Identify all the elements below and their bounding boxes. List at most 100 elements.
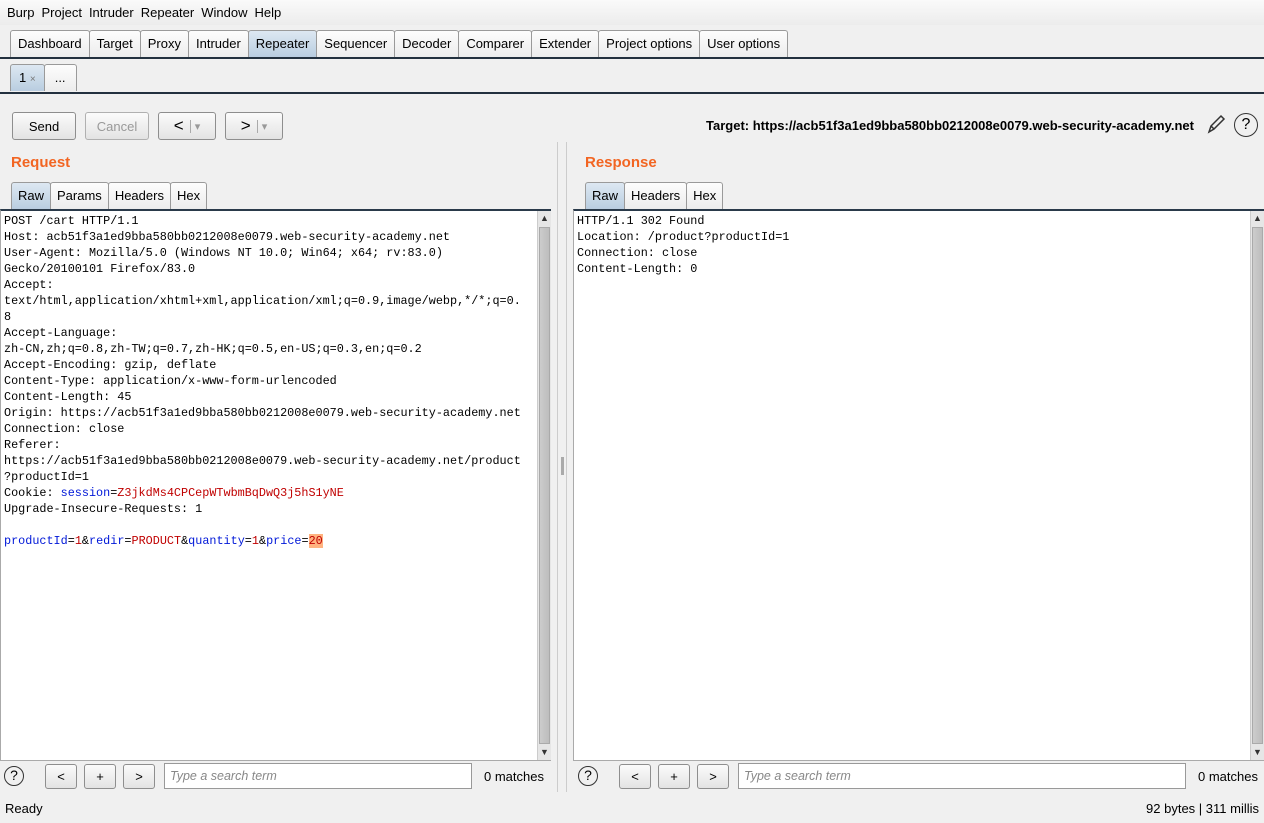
cookie-line: Cookie: session=Z3jkdMs4CPCepWTwbmBqDwQ3… [4,485,551,501]
request-line: Origin: https://acb51f3a1ed9bba580bb0212… [4,406,521,420]
body-param-name: redir [89,534,125,548]
chevron-down-icon[interactable]: ▾ [189,119,200,133]
request-search-prev-button[interactable]: < [45,764,77,789]
body-param-value: 1 [251,534,259,548]
response-search-prev-button[interactable]: < [619,764,651,789]
new-tab-button[interactable]: ... [43,64,77,91]
tab-comparer[interactable]: Comparer [458,30,533,57]
request-search-add-button[interactable]: + [84,764,116,789]
tab-extender[interactable]: Extender [531,30,600,57]
body-param-name: price [266,534,302,548]
response-text[interactable]: HTTP/1.1 302 Found Location: /product?pro… [574,211,1264,277]
response-heading: Response [585,154,657,171]
request-text[interactable]: POST /cart HTTP/1.1 Host: acb51f3a1ed9bba… [1,211,551,549]
menu-intruder[interactable]: Intruder [88,5,135,20]
tab-user-options[interactable]: User options [699,30,789,57]
request-line: Content-Type: application/x-www-form-url… [4,374,337,388]
cancel-button: Cancel [85,112,149,140]
response-line: Connection: close [577,246,698,260]
response-editor[interactable]: HTTP/1.1 302 Found Location: /product?pro… [573,209,1264,761]
request-search-input[interactable]: Type a search term [164,763,472,789]
tab-project-options[interactable]: Project options [598,30,701,57]
pane-splitter[interactable] [557,142,567,792]
cookie-value: Z3jkdMs4CPCepWTwbmBqDwQ3j5hS1yNE [117,486,344,500]
divider [0,92,1264,94]
request-line: text/html,application/xhtml+xml,applicat… [4,294,521,308]
chevron-down-icon[interactable]: ▾ [256,119,267,133]
body-param-value: 1 [74,534,82,548]
response-tab-headers[interactable]: Headers [624,182,688,209]
response-search-input[interactable]: Type a search term [738,763,1186,789]
request-heading: Request [11,154,71,171]
repeater-tab-1[interactable]: 1 × [10,64,45,91]
request-line: Upgrade-Insecure-Requests: 1 [4,502,203,516]
request-line: Gecko/20100101 Firefox/83.0 [4,262,196,276]
menu-repeater[interactable]: Repeater [140,5,195,20]
request-scrollbar[interactable]: ▲ ▼ [537,211,551,760]
request-search-next-button[interactable]: > [123,764,155,789]
request-tab-raw[interactable]: Raw [11,182,52,209]
status-text: Ready [5,801,43,816]
target-label: Target: https://acb51f3a1ed9bba580bb0212… [706,118,1194,133]
request-line: Accept-Language: [4,326,118,340]
request-tab-params[interactable]: Params [50,182,109,209]
request-line: https://acb51f3a1ed9bba580bb0212008e0079… [4,454,521,468]
cookie-prefix: Cookie: [4,486,61,500]
response-search-add-button[interactable]: + [658,764,690,789]
request-line: User-Agent: Mozilla/5.0 (Windows NT 10.0… [4,246,443,260]
response-scrollbar[interactable]: ▲ ▼ [1250,211,1264,760]
menu-burp[interactable]: Burp [6,5,35,20]
menu-bar: Burp Project Intruder Repeater Window He… [0,0,1264,25]
tab-label: 1 [19,70,27,85]
response-search-next-button[interactable]: > [697,764,729,789]
tab-decoder[interactable]: Decoder [394,30,460,57]
menu-window[interactable]: Window [200,5,248,20]
forward-button[interactable]: > ▾ [225,112,283,140]
close-icon[interactable]: × [30,74,36,85]
response-tab-raw[interactable]: Raw [585,182,626,209]
tab-target[interactable]: Target [88,30,141,57]
response-match-count: 0 matches [1198,769,1258,784]
back-button[interactable]: < ▾ [158,112,216,140]
divider [0,57,1264,59]
help-icon[interactable]: ? [1234,113,1258,137]
request-view-tabs: Raw Params Headers Hex [11,182,208,209]
response-view-tabs: Raw Headers Hex [585,182,724,209]
body-param-value: 20 [308,534,323,548]
tab-dashboard[interactable]: Dashboard [10,30,90,57]
request-line: Connection: close [4,422,125,436]
response-line: Content-Length: 0 [577,262,698,276]
request-line: Accept-Encoding: gzip, deflate [4,358,217,372]
repeater-tabs: 1 × ... [10,64,77,91]
send-button[interactable]: Send [12,112,76,140]
forward-icon: > [240,116,251,135]
tab-intruder[interactable]: Intruder [187,30,249,57]
tab-proxy[interactable]: Proxy [139,30,189,57]
body-param-value: PRODUCT [131,534,182,548]
request-line: POST /cart HTTP/1.1 [4,214,139,228]
body-param-name: quantity [188,534,245,548]
edit-target-icon[interactable] [1205,113,1227,135]
cookie-name: session [60,486,111,500]
request-match-count: 0 matches [484,769,544,784]
back-icon: < [173,116,184,135]
request-tab-headers[interactable]: Headers [107,182,171,209]
response-tab-hex[interactable]: Hex [686,182,724,209]
request-line: Host: acb51f3a1ed9bba580bb0212008e0079.w… [4,230,450,244]
tab-sequencer[interactable]: Sequencer [316,30,396,57]
request-line: Accept: [4,278,54,292]
response-search-help-icon[interactable]: ? [578,766,598,786]
menu-help[interactable]: Help [253,5,282,20]
body-param-name: productId [4,534,68,548]
response-line: Location: /product?productId=1 [577,230,790,244]
request-line: Referer: [4,438,61,452]
request-search-help-icon[interactable]: ? [4,766,24,786]
response-line: HTTP/1.1 302 Found [577,214,705,228]
request-editor[interactable]: POST /cart HTTP/1.1 Host: acb51f3a1ed9bba… [0,209,551,761]
request-line: zh-CN,zh;q=0.8,zh-TW;q=0.7,zh-HK;q=0.5,e… [4,342,422,356]
tab-repeater[interactable]: Repeater [247,30,318,57]
request-line: Content-Length: 45 [4,390,132,404]
request-tab-hex[interactable]: Hex [169,182,208,209]
menu-project[interactable]: Project [40,5,82,20]
